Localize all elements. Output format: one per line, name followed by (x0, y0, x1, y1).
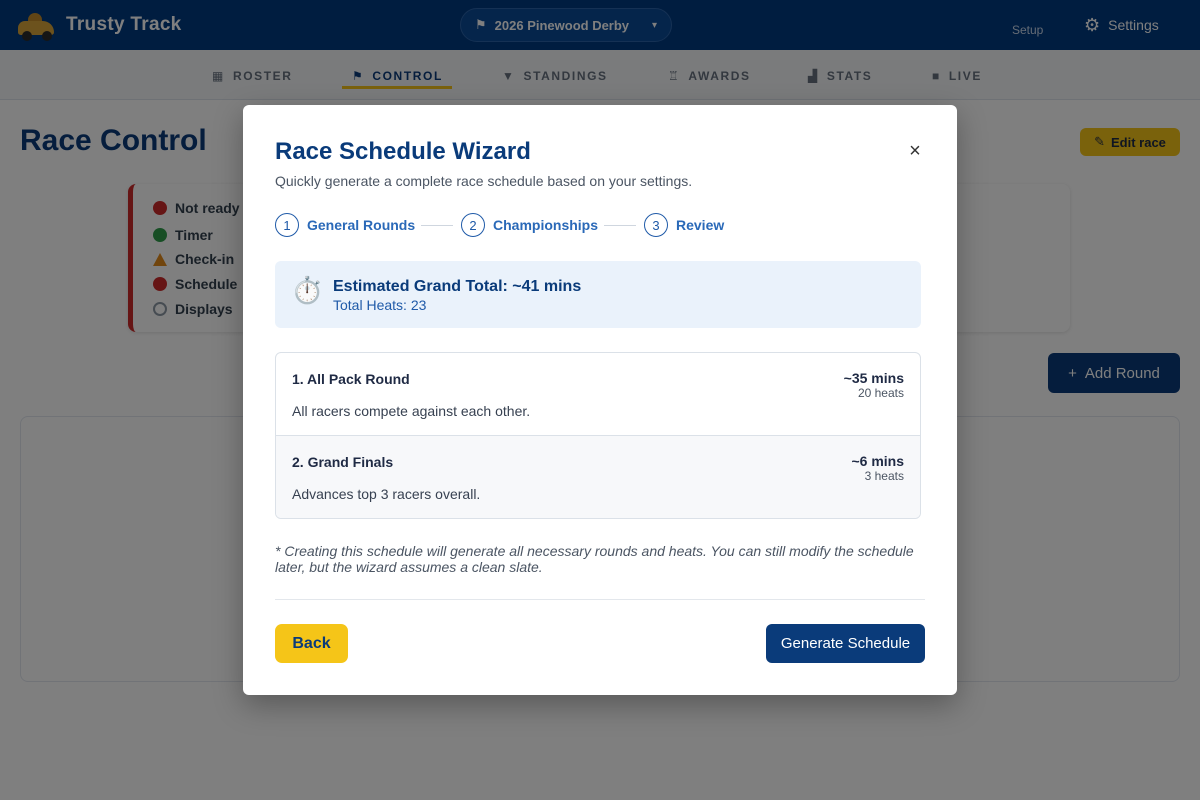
step-label: Championships (493, 217, 599, 233)
total-heats: Total Heats: 23 (333, 297, 427, 313)
list-item: 1. All Pack Round All racers compete aga… (276, 353, 920, 436)
estimated-total: Estimated Grand Total: ~41 mins (333, 278, 582, 295)
round-duration: ~6 mins (851, 453, 904, 469)
schedule-wizard-modal: Race Schedule Wizard Quickly generate a … (243, 105, 957, 695)
step-connector (421, 225, 453, 226)
step-label: General Rounds (307, 217, 416, 233)
step-number: 1 (275, 213, 299, 237)
round-name: 1. All Pack Round (292, 371, 410, 387)
close-button[interactable]: × (904, 140, 926, 162)
rounds-review-list: 1. All Pack Round All racers compete aga… (275, 352, 921, 519)
back-button[interactable]: Back (275, 624, 348, 663)
step-connector (604, 225, 636, 226)
modal-title: Race Schedule Wizard (275, 138, 531, 165)
step-number: 2 (461, 213, 485, 237)
round-heat-count: 3 heats (864, 469, 904, 483)
round-name: 2. Grand Finals (292, 454, 394, 470)
round-duration: ~35 mins (843, 370, 904, 386)
step-number: 3 (644, 213, 668, 237)
round-heat-count: 20 heats (857, 386, 904, 400)
footnote: * Creating this schedule will generate a… (275, 543, 914, 575)
stopwatch-icon: ⏱️ (291, 275, 324, 305)
modal-subtitle: Quickly generate a complete race schedul… (275, 173, 693, 189)
estimate-summary: ⏱️ Estimated Grand Total: ~41 mins Total… (275, 261, 921, 328)
step-label: Review (676, 217, 725, 233)
round-description: Advances top 3 racers overall. (292, 486, 481, 502)
round-description: All racers compete against each other. (292, 403, 531, 419)
list-item: 2. Grand Finals Advances top 3 racers ov… (276, 435, 920, 518)
divider (275, 599, 925, 600)
wizard-step-championships[interactable]: 2 Championships (461, 213, 598, 237)
wizard-step-general-rounds[interactable]: 1 General Rounds (275, 213, 415, 237)
wizard-step-review[interactable]: 3 Review (644, 213, 724, 237)
generate-schedule-button[interactable]: Generate Schedule (766, 624, 925, 663)
